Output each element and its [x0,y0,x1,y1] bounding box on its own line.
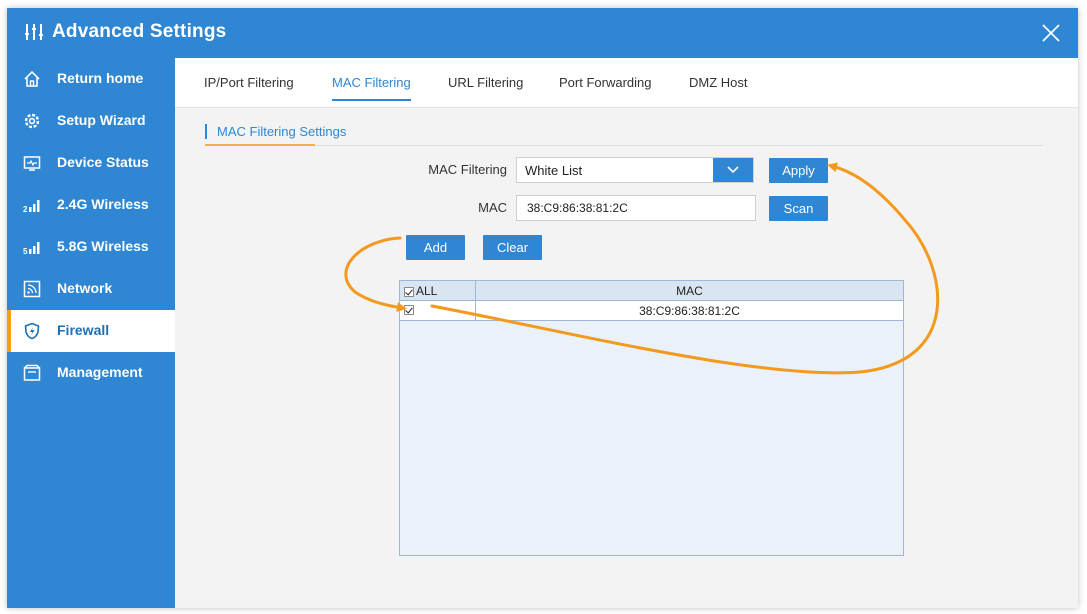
window-title: Advanced Settings [52,21,227,42]
management-icon [23,364,41,381]
close-icon[interactable] [1038,20,1064,46]
sidebar-item-device-status[interactable]: Device Status [7,142,175,184]
header-all: ALL [416,284,438,298]
network-icon [23,280,41,298]
chevron-down-icon [727,166,739,174]
tab-mac-filtering[interactable]: MAC Filtering [332,75,411,101]
tab-url-filtering[interactable]: URL Filtering [448,75,523,90]
tab-dmz-host[interactable]: DMZ Host [689,75,748,90]
sidebar-item-2-4g-wireless[interactable]: 2 2.4G Wireless [7,184,175,226]
mac-filtering-select-value: White List [525,163,583,178]
sidebar-item-5-8g-wireless[interactable]: 5 5.8G Wireless [7,226,175,268]
mac-input[interactable]: 38:C9:86:38:81:2C [516,195,756,221]
firewall-icon [24,322,40,340]
sidebar-item-label: Network [57,280,113,296]
section-divider [205,145,1043,146]
gear-icon [24,113,40,129]
clear-button[interactable]: Clear [483,235,542,260]
select-dropdown-button[interactable] [713,158,753,182]
apply-button[interactable]: Apply [769,158,828,183]
tab-bar: IP/Port Filtering MAC Filtering URL Filt… [175,58,1078,108]
sidebar-item-label: Return home [57,70,144,86]
title-bar: Advanced Settings [7,8,1078,58]
home-icon [24,70,40,87]
sidebar-item-setup-wizard[interactable]: Setup Wizard [7,100,175,142]
add-button[interactable]: Add [406,235,465,260]
mac-filtering-select[interactable]: White List [516,157,754,183]
advanced-settings-window: Advanced Settings Return home Setup Wiza… [7,8,1078,608]
mac-table: ALL MAC 38:C9:86:38:81:2C [399,280,904,556]
sidebar-item-label: Setup Wizard [57,112,146,128]
sidebar-item-network[interactable]: Network [7,268,175,310]
mac-filtering-label: MAC Filtering [428,162,507,177]
svg-text:2: 2 [23,205,28,214]
tab-port-forwarding[interactable]: Port Forwarding [559,75,651,90]
sidebar-item-label: 2.4G Wireless [57,196,149,212]
section-title: MAC Filtering Settings [205,124,346,139]
mac-label: MAC [478,200,507,215]
signal-5g-icon: 5 [23,242,40,256]
svg-text:5: 5 [23,247,28,256]
sidebar-item-label: Management [57,364,143,380]
select-all-checkbox[interactable] [404,287,414,297]
sidebar-item-management[interactable]: Management [7,352,175,394]
header-mac: MAC [676,284,703,298]
section-divider-accent [205,144,315,146]
row-mac-cell: 38:C9:86:38:81:2C [639,304,740,318]
monitor-icon [23,156,41,171]
sidebar-item-label: 5.8G Wireless [57,238,149,254]
main-content: IP/Port Filtering MAC Filtering URL Filt… [175,58,1078,608]
sidebar-item-return-home[interactable]: Return home [7,58,175,100]
sidebar-item-firewall[interactable]: Firewall [7,310,175,352]
sidebar-item-label: Device Status [57,154,149,170]
scan-button[interactable]: Scan [769,196,828,221]
signal-2g-icon: 2 [23,200,40,214]
sidebar-nav: Return home Setup Wizard Device Status 2 [7,58,175,608]
settings-sliders-icon [25,24,43,40]
sidebar-item-label: Firewall [57,322,110,338]
tab-ip-port-filtering[interactable]: IP/Port Filtering [204,75,294,90]
row-checkbox[interactable] [404,305,414,315]
column-divider [475,281,476,321]
